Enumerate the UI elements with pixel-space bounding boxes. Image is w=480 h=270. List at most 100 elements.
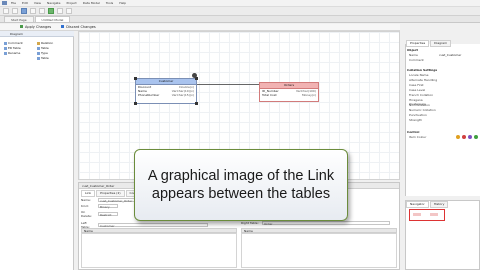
name-label: Name: (81, 198, 91, 202)
changes-bar: Apply Changes Discard Changes (0, 24, 400, 31)
property-key: Normalization (409, 103, 430, 107)
menu-edit[interactable]: Edit (20, 1, 30, 5)
navigator-tabs: Navigator History (406, 201, 449, 208)
property-value: cust_Customer (439, 53, 462, 57)
palette-item-label: ER Table (8, 46, 21, 50)
kind-row: Kind: Binary (81, 204, 118, 209)
resize-handle[interactable] (195, 102, 198, 105)
wrench-icon[interactable] (66, 8, 72, 14)
undo-icon[interactable] (30, 8, 36, 14)
palette-item[interactable] (4, 56, 37, 60)
menu-tools[interactable]: Tools (104, 1, 115, 5)
property-row[interactable]: Case First (409, 83, 479, 87)
on-delete-select[interactable]: Restrict (98, 212, 118, 217)
palette-item[interactable]: Table (37, 46, 70, 50)
color-swatch[interactable] (456, 135, 460, 139)
palette-item-label: Rename (8, 51, 21, 55)
tab-navigator[interactable]: Navigator (406, 201, 429, 208)
property-row[interactable]: Hiragana Quaternary (409, 98, 479, 106)
database-icon[interactable] (57, 8, 63, 14)
menu-help[interactable]: Help (117, 1, 128, 5)
section-control: Control (407, 130, 420, 134)
left-table-select[interactable]: Customer (98, 223, 208, 228)
relation-icon (37, 41, 40, 45)
palette-item-label: Table (41, 46, 49, 50)
property-key: Numeric Collation (409, 108, 436, 112)
tab-properties-panel[interactable]: Properties (406, 40, 430, 47)
tab-properties[interactable]: Properties (2) (96, 190, 125, 197)
tab-untitled-model[interactable]: Untitled Model (34, 16, 71, 22)
open-folder-icon[interactable] (12, 8, 18, 14)
settings-gear-icon[interactable] (192, 73, 197, 78)
property-key: Case First (409, 83, 424, 87)
right-table-select[interactable]: Order (262, 221, 390, 226)
property-value (439, 58, 479, 62)
palette-title: Diagram (0, 31, 74, 37)
kind-select[interactable]: Binary (98, 204, 118, 209)
caption-text: A graphical image of the Link appears be… (147, 168, 335, 202)
toolbar (0, 7, 480, 16)
properties-panel: Properties Diagram Object Name cust_Custo… (405, 40, 480, 196)
menu-data-model[interactable]: Data Model (81, 1, 102, 5)
palette-item-label: Type (41, 51, 48, 55)
property-row[interactable]: Comment (409, 58, 479, 62)
table-icon (37, 56, 40, 60)
section-object: Object (407, 48, 418, 52)
property-row[interactable]: Normalization (409, 103, 479, 107)
menu-file[interactable]: File (9, 1, 18, 5)
orders-table[interactable]: Orders ID_Number VarChar(100) Total Cost M… (259, 82, 319, 102)
navigator-viewport[interactable] (409, 209, 445, 221)
color-swatch[interactable] (474, 135, 478, 139)
palette-item[interactable]: Relation (37, 41, 70, 45)
property-row[interactable]: Punctuation (409, 113, 479, 117)
color-swatch[interactable] (468, 135, 472, 139)
tab-diagram-panel[interactable]: Diagram (430, 40, 452, 47)
right-columns-grid[interactable] (241, 233, 397, 268)
right-table-label: Right Table: (241, 221, 259, 225)
resize-handle[interactable] (134, 77, 137, 80)
section-collation: Collation Settings (407, 68, 438, 72)
document-tabs: Start Page Untitled Model (0, 16, 480, 23)
palette-list: Comment Relation ER Table Table Rename T… (4, 41, 70, 60)
column-name: Total Cost (262, 93, 277, 97)
apply-changes-button[interactable]: Apply Changes (20, 25, 51, 29)
color-swatch[interactable] (462, 135, 466, 139)
property-row[interactable]: Case Level (409, 88, 479, 92)
customer-table[interactable]: Customer Discount Double(x) Name VarChar(1… (135, 78, 197, 104)
save-icon[interactable] (21, 8, 27, 14)
type-icon (37, 51, 40, 55)
property-row[interactable]: Locale Name (409, 73, 479, 77)
app-icon (2, 1, 7, 5)
property-row[interactable]: Name cust_Customer (409, 53, 479, 57)
menu-navigate[interactable]: Navigate (45, 1, 62, 5)
menu-bar: File Edit View Navigate Project Data Mod… (0, 0, 480, 7)
link-connector[interactable] (197, 84, 259, 85)
table-column[interactable]: Total Cost Money(x) (260, 93, 318, 97)
run-icon[interactable] (48, 8, 54, 14)
tab-start-page[interactable]: Start Page (4, 16, 34, 22)
property-row[interactable]: Numeric Collation (409, 108, 479, 112)
menu-project[interactable]: Project (64, 1, 78, 5)
column-type: VarChar(15)(x) (171, 93, 194, 97)
discard-changes-button[interactable]: Discard Changes (61, 25, 96, 29)
name-field[interactable]: cust_Customer_Order (98, 198, 136, 203)
menu-view[interactable]: View (32, 1, 43, 5)
tab-history[interactable]: History (429, 201, 449, 208)
resize-handle[interactable] (134, 102, 137, 105)
property-key: Hiragana Quaternary (409, 98, 427, 106)
palette-item-label: Relation (41, 41, 54, 45)
palette-item[interactable]: ER Table (4, 46, 37, 50)
palette-item[interactable]: Rename (4, 51, 37, 55)
new-file-icon[interactable] (3, 8, 9, 14)
right-table-row: Right Table: Order (241, 221, 390, 226)
tab-link[interactable]: Link (81, 190, 96, 197)
property-row[interactable]: Alternate Handling (409, 78, 479, 82)
left-columns-grid[interactable] (81, 233, 237, 268)
table-column[interactable]: PhoneNumber VarChar(15)(x) (136, 93, 196, 97)
palette-item[interactable]: Table (37, 56, 70, 60)
palette-item[interactable]: Comment (4, 41, 37, 45)
property-row[interactable]: Strength (409, 118, 479, 122)
redo-icon[interactable] (39, 8, 45, 14)
palette-item[interactable]: Type (37, 51, 70, 55)
property-row[interactable]: French Collation (409, 93, 479, 97)
